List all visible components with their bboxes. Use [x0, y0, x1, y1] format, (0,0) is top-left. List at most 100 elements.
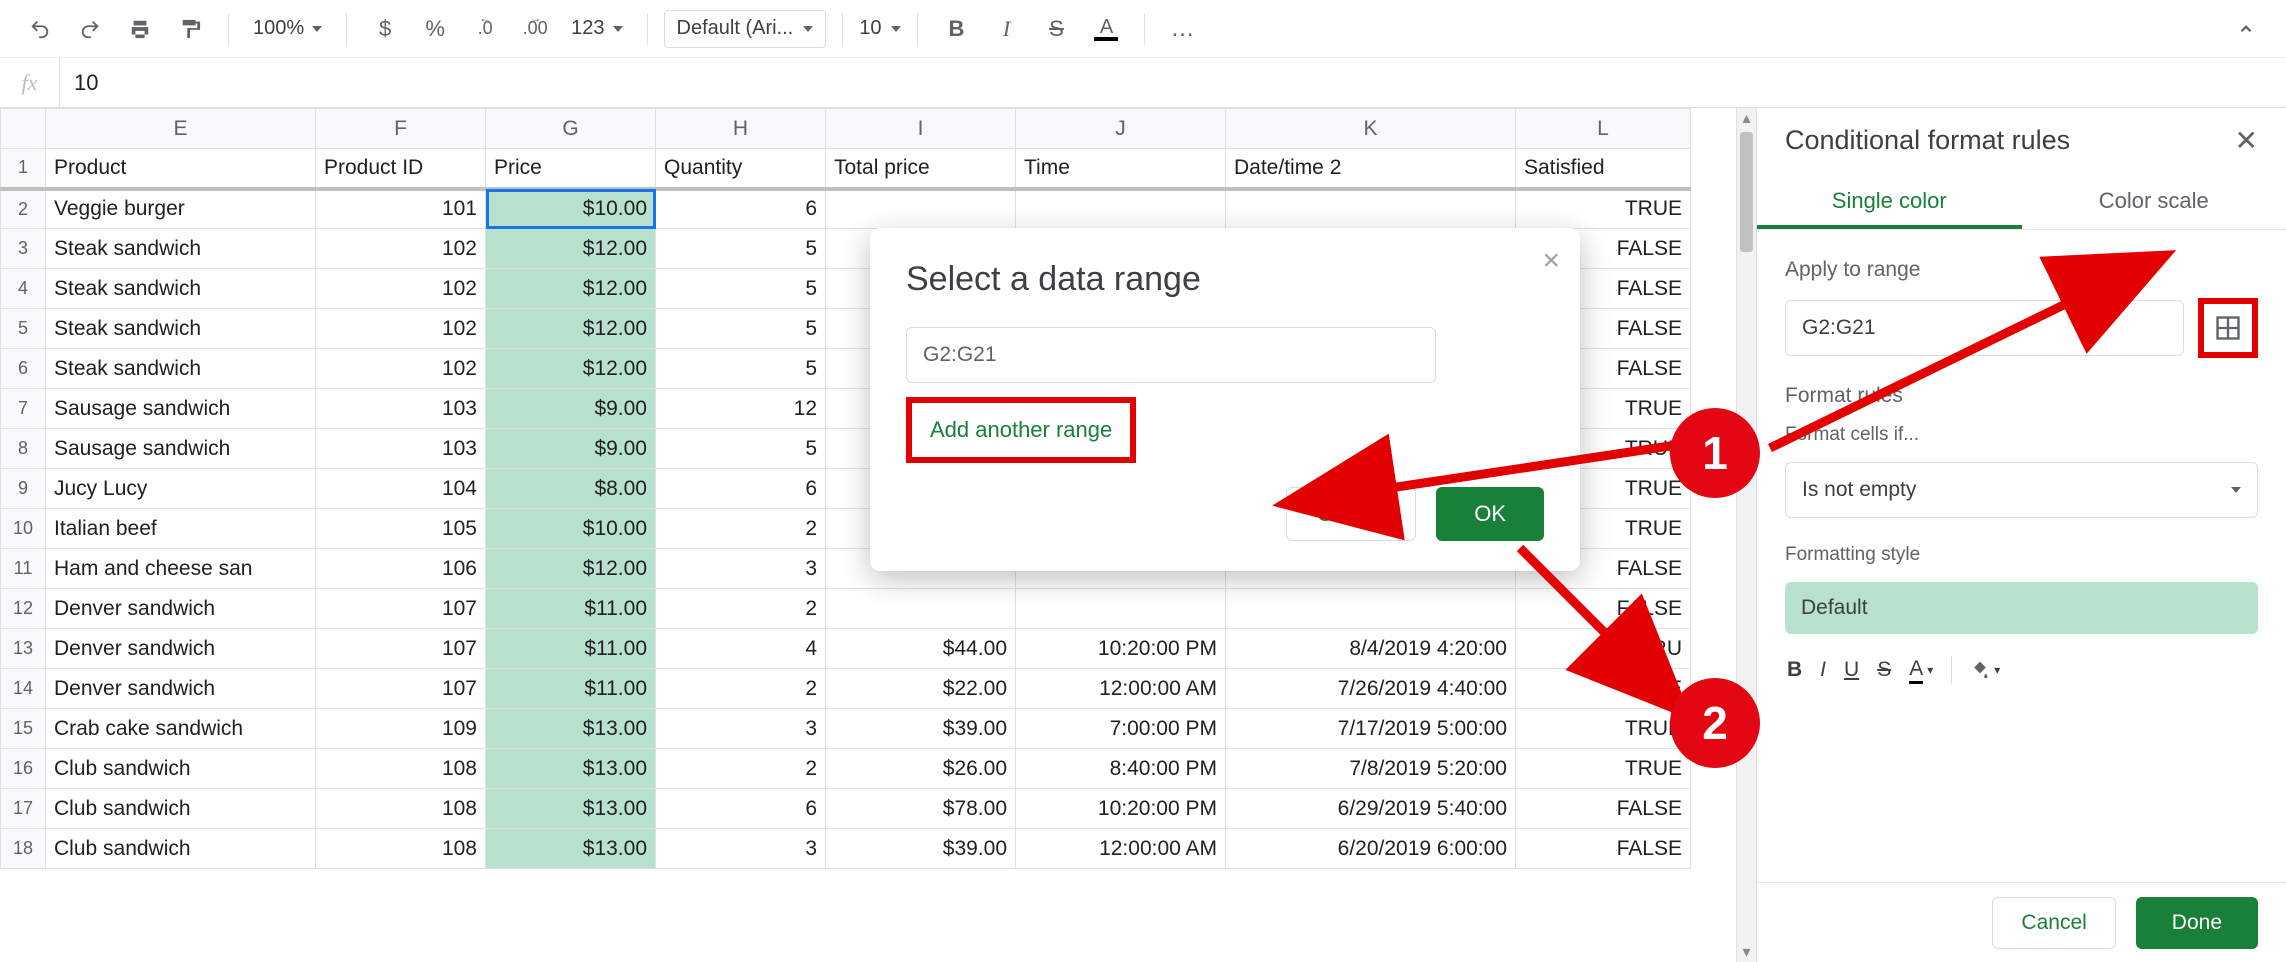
- row-header[interactable]: 15: [1, 709, 46, 749]
- cell[interactable]: Steak sandwich: [46, 309, 316, 349]
- cell[interactable]: 108: [316, 829, 486, 869]
- zoom-select[interactable]: 100%: [245, 17, 330, 40]
- cell[interactable]: TRU: [1516, 629, 1691, 669]
- vertical-scrollbar[interactable]: ▴ ▾: [1736, 108, 1756, 962]
- panel-cancel-button[interactable]: Cancel: [1992, 897, 2115, 949]
- cell[interactable]: 12:00:00 AM: [1016, 669, 1226, 709]
- cell[interactable]: $12.00: [486, 549, 656, 589]
- row-header[interactable]: 12: [1, 589, 46, 629]
- dialog-ok-button[interactable]: OK: [1436, 487, 1544, 541]
- cell[interactable]: $26.00: [826, 749, 1016, 789]
- paint-format-button[interactable]: [168, 7, 212, 51]
- undo-button[interactable]: [18, 7, 62, 51]
- cell[interactable]: TRUE: [1516, 709, 1691, 749]
- row-header[interactable]: 6: [1, 349, 46, 389]
- cell[interactable]: 107: [316, 629, 486, 669]
- cell[interactable]: Quantity: [656, 149, 826, 189]
- cell[interactable]: 102: [316, 349, 486, 389]
- cell[interactable]: 2: [656, 589, 826, 629]
- cell[interactable]: FALSE: [1516, 789, 1691, 829]
- cell[interactable]: Crab cake sandwich: [46, 709, 316, 749]
- underline-button[interactable]: U: [1844, 658, 1859, 682]
- cell[interactable]: Steak sandwich: [46, 229, 316, 269]
- close-panel-button[interactable]: ✕: [2235, 124, 2258, 157]
- row-header[interactable]: 1: [1, 149, 46, 189]
- col-header-L[interactable]: L: [1516, 109, 1691, 149]
- cell[interactable]: Time: [1016, 149, 1226, 189]
- cell[interactable]: 3: [656, 549, 826, 589]
- cell[interactable]: 6: [656, 789, 826, 829]
- bold-button[interactable]: B: [934, 7, 978, 51]
- cell[interactable]: 102: [316, 309, 486, 349]
- dialog-close-button[interactable]: ×: [1542, 246, 1560, 276]
- row-header[interactable]: 17: [1, 789, 46, 829]
- text-color-button[interactable]: A▾: [1909, 657, 1933, 684]
- cell[interactable]: 108: [316, 789, 486, 829]
- cell[interactable]: 102: [316, 229, 486, 269]
- number-format-select[interactable]: 123: [563, 17, 630, 40]
- cell[interactable]: $11.00: [486, 629, 656, 669]
- bold-button[interactable]: B: [1787, 658, 1802, 682]
- cell[interactable]: Sausage sandwich: [46, 429, 316, 469]
- col-header-J[interactable]: J: [1016, 109, 1226, 149]
- strikethrough-button[interactable]: S: [1877, 658, 1891, 682]
- more-button[interactable]: …: [1161, 7, 1205, 51]
- row-header[interactable]: 2: [1, 189, 46, 229]
- dialog-range-input[interactable]: [906, 327, 1436, 383]
- text-color-button[interactable]: A: [1084, 7, 1128, 51]
- cell[interactable]: FALSE: [1516, 829, 1691, 869]
- cell[interactable]: Denver sandwich: [46, 669, 316, 709]
- col-header-H[interactable]: H: [656, 109, 826, 149]
- cell[interactable]: Steak sandwich: [46, 269, 316, 309]
- scrollbar-thumb[interactable]: [1740, 132, 1753, 252]
- cell[interactable]: 6/20/2019 6:00:00: [1226, 829, 1516, 869]
- cell[interactable]: $11.00: [486, 589, 656, 629]
- cell[interactable]: 2: [656, 509, 826, 549]
- cell[interactable]: Italian beef: [46, 509, 316, 549]
- cell[interactable]: $13.00: [486, 829, 656, 869]
- cell[interactable]: $12.00: [486, 229, 656, 269]
- col-header-K[interactable]: K: [1226, 109, 1516, 149]
- cell[interactable]: Club sandwich: [46, 789, 316, 829]
- increase-decimal-button[interactable]: .00→: [513, 7, 557, 51]
- row-header[interactable]: 5: [1, 309, 46, 349]
- cell[interactable]: [1016, 589, 1226, 629]
- cell[interactable]: 7/26/2019 4:40:00: [1226, 669, 1516, 709]
- cell[interactable]: 7/8/2019 5:20:00: [1226, 749, 1516, 789]
- cell[interactable]: 109: [316, 709, 486, 749]
- cell[interactable]: Product: [46, 149, 316, 189]
- cell[interactable]: 7/17/2019 5:00:00: [1226, 709, 1516, 749]
- row-header[interactable]: 14: [1, 669, 46, 709]
- col-header-E[interactable]: E: [46, 109, 316, 149]
- cell[interactable]: $39.00: [826, 709, 1016, 749]
- cell[interactable]: [1226, 189, 1516, 229]
- cell[interactable]: 12:00:00 AM: [1016, 829, 1226, 869]
- cell[interactable]: $12.00: [486, 309, 656, 349]
- cell[interactable]: Price: [486, 149, 656, 189]
- cell[interactable]: 101: [316, 189, 486, 229]
- cell[interactable]: $10.00: [486, 509, 656, 549]
- cell[interactable]: 7:00:00 PM: [1016, 709, 1226, 749]
- cell[interactable]: Product ID: [316, 149, 486, 189]
- cell[interactable]: 108: [316, 749, 486, 789]
- cell[interactable]: 105: [316, 509, 486, 549]
- cell[interactable]: TRUE: [1516, 669, 1691, 709]
- cell[interactable]: Total price: [826, 149, 1016, 189]
- cell[interactable]: 104: [316, 469, 486, 509]
- cell[interactable]: $39.00: [826, 829, 1016, 869]
- select-all-cell[interactable]: [1, 109, 46, 149]
- percent-button[interactable]: %: [413, 7, 457, 51]
- cell[interactable]: 3: [656, 709, 826, 749]
- cell[interactable]: $10.00: [486, 189, 656, 229]
- cell[interactable]: [1016, 189, 1226, 229]
- cell[interactable]: $13.00: [486, 749, 656, 789]
- panel-done-button[interactable]: Done: [2136, 897, 2258, 949]
- cell[interactable]: 107: [316, 589, 486, 629]
- cell[interactable]: Jucy Lucy: [46, 469, 316, 509]
- redo-button[interactable]: [68, 7, 112, 51]
- cell[interactable]: Sausage sandwich: [46, 389, 316, 429]
- cell[interactable]: $9.00: [486, 389, 656, 429]
- cell[interactable]: 107: [316, 669, 486, 709]
- row-header[interactable]: 7: [1, 389, 46, 429]
- col-header-G[interactable]: G: [486, 109, 656, 149]
